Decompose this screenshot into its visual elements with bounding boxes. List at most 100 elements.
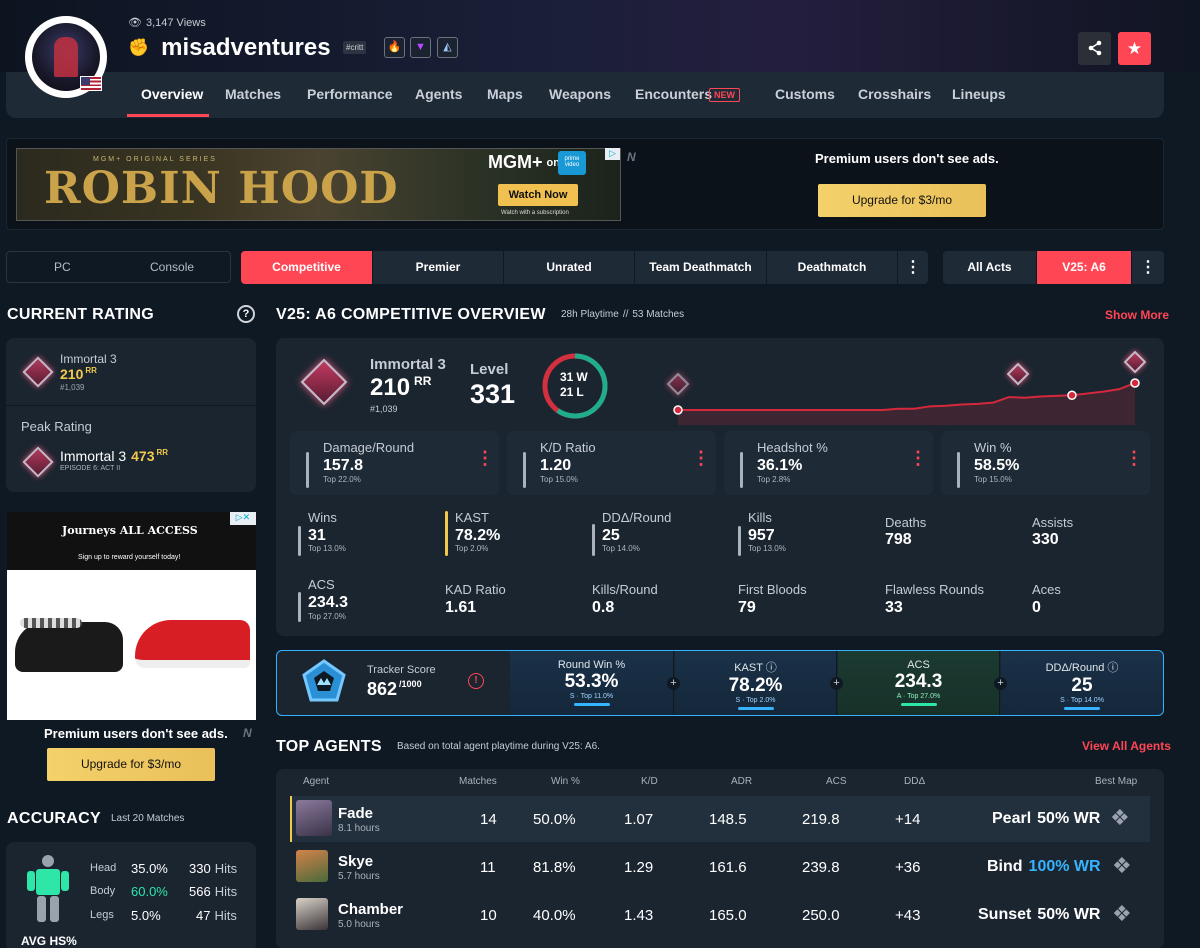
ad-choices-icon[interactable]: ▷: [605, 148, 620, 160]
ad-series-text: MGM+ ORIGINAL SERIES: [93, 156, 217, 163]
tracker-kast[interactable]: KAST ⓘ 78.2% S · Top 2.0%: [675, 651, 837, 715]
stat-percentile: Top 13.0%: [308, 544, 346, 553]
agent-matches: 11: [480, 859, 496, 876]
stat-label: K/D Ratio: [540, 440, 596, 455]
rr-history-chart[interactable]: [660, 345, 1150, 425]
ad-choices-icon[interactable]: ▷✕: [230, 512, 256, 525]
agent-win: 81.8%: [533, 859, 576, 876]
ad-watch-now-button[interactable]: Watch Now: [498, 184, 578, 206]
tracker-acs[interactable]: ACS 234.3 A · Top 27.0%: [838, 651, 1000, 715]
more-options-icon[interactable]: ⋮: [692, 448, 710, 469]
agent-matches: 14: [480, 811, 497, 828]
fire-badge-icon[interactable]: 🔥: [384, 37, 405, 58]
stat-box-kd-ratio[interactable]: [507, 431, 716, 495]
agent-portrait-chamber: [296, 898, 328, 930]
stat-value: 25: [602, 527, 620, 544]
stat-value: 1.20: [540, 457, 572, 474]
stat-box-headshot[interactable]: [724, 431, 933, 495]
acc-body-label: Body: [90, 885, 116, 897]
acc-legs-hits: 47 Hits: [196, 908, 237, 923]
agent-acs: 250.0: [802, 907, 840, 924]
stat-label: Headshot %: [757, 440, 828, 455]
stat-value: 330: [1032, 531, 1059, 548]
level-label: Level: [470, 361, 509, 378]
plus-icon: +: [830, 677, 843, 690]
info-icon[interactable]: !: [468, 673, 484, 689]
map-icon: ❖: [1112, 853, 1132, 878]
column-header-best-map: Best Map: [1095, 776, 1138, 787]
column-header-dd[interactable]: DDΔ: [904, 776, 925, 787]
more-options-icon[interactable]: ⋮: [909, 448, 927, 469]
player-name: ✊ misadventures: [128, 34, 331, 61]
tracker-score-value: 862/1000: [367, 679, 422, 699]
map-icon: ❖: [1110, 805, 1130, 830]
views-count: 👁 3,147 Views: [128, 16, 206, 30]
stat-label: First Bloods: [738, 582, 807, 597]
show-more-link[interactable]: Show More: [1105, 308, 1169, 322]
new-badge: NEW: [709, 88, 740, 102]
view-all-agents-link[interactable]: View All Agents: [1082, 739, 1171, 753]
agent-name: Fade: [338, 805, 374, 822]
column-header-acs[interactable]: ACS: [826, 776, 847, 787]
more-options-icon[interactable]: ⋮: [476, 448, 494, 469]
map-icon: ❖: [1112, 901, 1132, 926]
platform-console[interactable]: Console: [150, 260, 194, 274]
tracker-round-win[interactable]: Round Win % 53.3% S · Top 11.0%: [510, 651, 674, 715]
player-tag: #critt: [343, 41, 367, 54]
accuracy-subheading: Last 20 Matches: [111, 813, 185, 824]
peak-rating-heading: Peak Rating: [21, 419, 92, 434]
act-all[interactable]: All Acts: [943, 251, 1036, 284]
column-header-adr[interactable]: ADR: [731, 776, 752, 787]
overview-meta: 28h Playtime//53 Matches: [561, 309, 685, 320]
tab-matches[interactable]: Matches: [225, 86, 281, 102]
mode-unrated[interactable]: Unrated: [504, 251, 634, 284]
favorite-star-button[interactable]: ★: [1118, 32, 1151, 65]
agent-acs: 239.8: [802, 859, 840, 876]
avg-hs-label: AVG HS%: [21, 934, 77, 948]
stat-box-win-pct[interactable]: [941, 431, 1150, 495]
wolf-badge-icon[interactable]: ◭: [437, 37, 458, 58]
tab-maps[interactable]: Maps: [487, 86, 523, 102]
tab-agents[interactable]: Agents: [415, 86, 462, 102]
tracker-dd-round[interactable]: DDΔ/Round ⓘ 25 S · Top 14.0%: [1001, 651, 1163, 715]
mode-competitive[interactable]: Competitive: [241, 251, 372, 284]
tab-crosshairs[interactable]: Crosshairs: [858, 86, 931, 102]
body-figure-icon: [24, 854, 72, 929]
tab-customs[interactable]: Customs: [775, 86, 835, 102]
stat-bar: [298, 526, 301, 556]
act-v25-a6[interactable]: V25: A6: [1037, 251, 1131, 284]
stat-percentile: Top 15.0%: [974, 475, 1012, 484]
column-header-win[interactable]: Win %: [551, 776, 580, 787]
side-ad-header: [7, 512, 256, 570]
mode-premier[interactable]: Premier: [373, 251, 503, 284]
plus-icon: +: [667, 677, 680, 690]
tab-weapons[interactable]: Weapons: [549, 86, 611, 102]
acc-legs-label: Legs: [90, 909, 114, 921]
tab-encounters[interactable]: Encounters: [635, 86, 712, 102]
upgrade-button[interactable]: Upgrade for $3/mo: [818, 184, 986, 217]
wins-count: 31 W: [560, 370, 588, 384]
triangle-badge-icon[interactable]: ▼: [410, 37, 431, 58]
column-header-matches[interactable]: Matches: [459, 776, 497, 787]
tab-lineups[interactable]: Lineups: [952, 86, 1006, 102]
help-icon[interactable]: ?: [237, 305, 255, 323]
ad-small-print: Watch with a subscription: [501, 210, 569, 216]
upgrade-button-side[interactable]: Upgrade for $3/mo: [47, 748, 215, 781]
more-options-icon[interactable]: ⋮: [1125, 448, 1143, 469]
share-button[interactable]: [1078, 32, 1111, 65]
stat-percentile: Top 2.8%: [757, 475, 791, 484]
act-more-icon[interactable]: ⋮: [1132, 251, 1164, 284]
mode-deathmatch[interactable]: Deathmatch: [767, 251, 897, 284]
agent-hours: 8.1 hours: [338, 823, 380, 834]
accuracy-heading: ACCURACY: [7, 810, 101, 827]
mode-team-deathmatch[interactable]: Team Deathmatch: [635, 251, 766, 284]
column-header-kd[interactable]: K/D: [641, 776, 658, 787]
side-ad-tagline: Sign up to reward yourself today!: [78, 554, 181, 561]
agent-dd: +36: [895, 859, 921, 876]
column-header-agent: Agent: [303, 776, 330, 787]
tab-overview[interactable]: Overview: [141, 86, 203, 102]
platform-pc[interactable]: PC: [54, 260, 71, 274]
tab-performance[interactable]: Performance: [307, 86, 393, 102]
acc-body-pct: 60.0%: [131, 884, 168, 899]
mode-more-icon[interactable]: ⋮: [898, 251, 928, 284]
